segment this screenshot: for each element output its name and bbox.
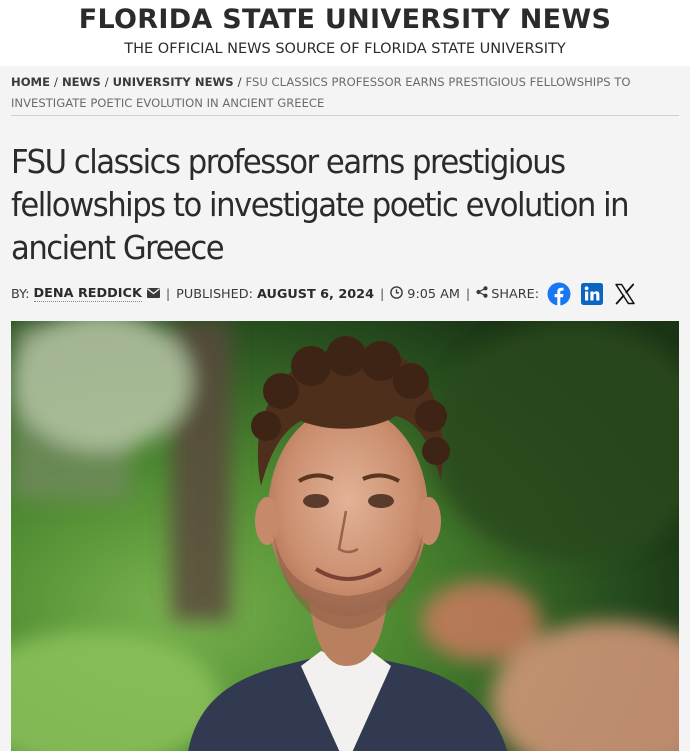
share-icon [476,286,488,302]
linkedin-share-button[interactable] [580,282,604,306]
article-hero-image [11,321,679,751]
breadcrumb-home[interactable]: HOME [11,75,50,89]
x-share-button[interactable] [613,282,637,306]
facebook-icon [547,282,571,306]
author-link[interactable]: DENA REDDICK [33,286,142,302]
envelope-icon[interactable] [146,287,160,302]
published-label: PUBLISHED: [176,286,253,302]
x-icon [615,283,635,305]
byline-label: BY: [11,286,30,302]
breadcrumb-separator: / [237,75,242,89]
site-header: FLORIDA STATE UNIVERSITY NEWS THE OFFICI… [0,0,690,66]
breadcrumb-separator: / [104,75,109,89]
breadcrumb-separator: / [54,75,58,89]
site-title[interactable]: FLORIDA STATE UNIVERSITY NEWS [0,4,690,36]
share-label: SHARE: [491,286,540,302]
article-headline: FSU classics professor earns prestigious… [11,142,630,267]
social-share-buttons [547,282,646,306]
linkedin-icon [581,283,604,305]
byline-divider: | [379,286,385,302]
byline-divider: | [165,286,171,302]
published-date: AUGUST 6, 2024 [256,286,374,302]
byline-divider: | [465,286,471,302]
clock-icon [390,285,404,303]
article-byline: BY: DENA REDDICK | PUBLISHED: AUGUST 6, … [11,279,679,309]
main-content: HOME / NEWS / UNIVERSITY NEWS / FSU CLASSICS P… [0,66,690,751]
breadcrumb-news[interactable]: NEWS [62,75,101,89]
facebook-share-button[interactable] [547,282,571,306]
site-tagline: THE OFFICIAL NEWS SOURCE OF FLORIDA STAT… [124,41,566,57]
published-time: 9:05 AM [407,286,460,302]
portrait-photo [11,321,679,751]
breadcrumb-university-news[interactable]: UNIVERSITY NEWS [113,75,234,89]
breadcrumb: HOME / NEWS / UNIVERSITY NEWS / FSU CLASSICS P… [11,66,679,116]
